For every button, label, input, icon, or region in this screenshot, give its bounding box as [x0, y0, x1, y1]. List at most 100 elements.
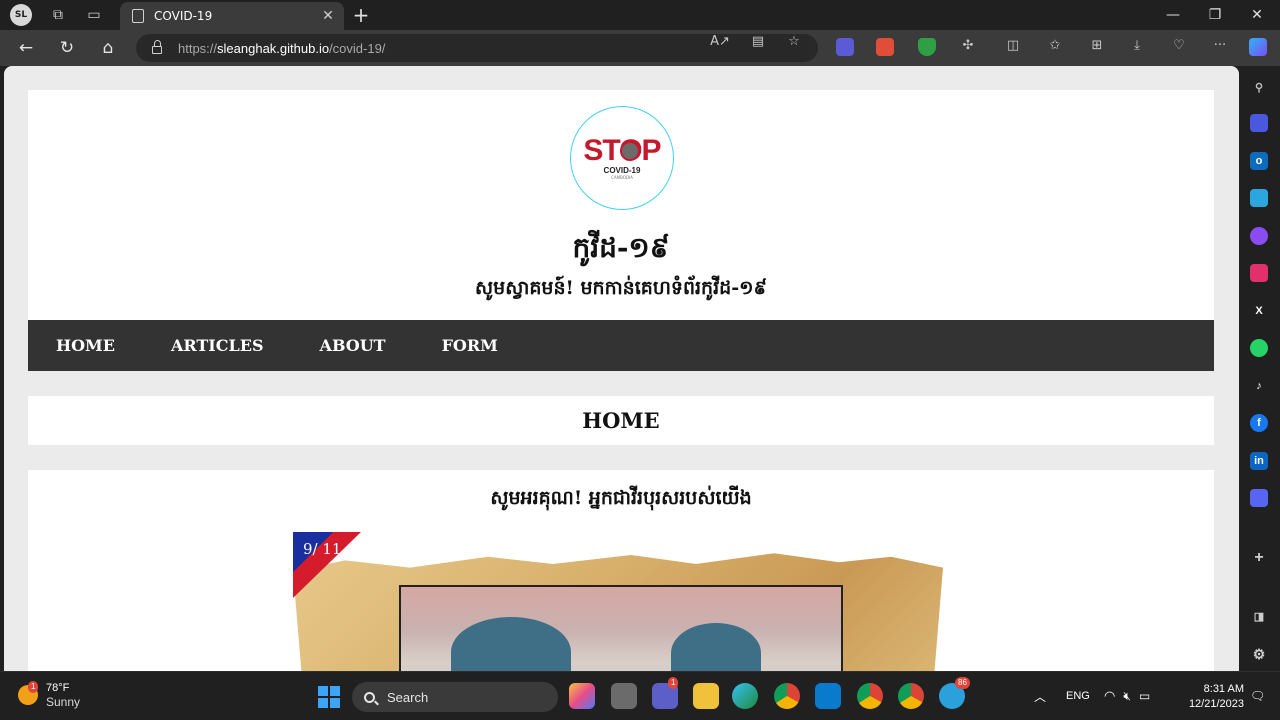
facebook-icon[interactable]: f — [1250, 414, 1268, 432]
hero-poster-image: 9/ 11 — [293, 532, 953, 671]
tab-title: COVID-19 — [154, 9, 213, 23]
logo-small-text: CAMBODIA — [611, 174, 633, 180]
search-sidebar-icon[interactable]: ⚲ — [1250, 78, 1268, 96]
menu-item-form[interactable]: FORM — [442, 336, 498, 355]
weather-condition: Sunny — [46, 695, 81, 709]
sun-icon: 1 — [18, 681, 39, 705]
discord-icon[interactable] — [1250, 489, 1268, 507]
browser-toolbar: ← ↻ ⌂ https://sleanghak.github.io/covid-… — [0, 30, 1280, 66]
menu-item-home[interactable]: HOME — [56, 336, 115, 355]
weather-widget[interactable]: 1 78°F Sunny — [18, 681, 80, 709]
logo-covid-text: COVID-19 — [603, 165, 641, 175]
browser-tab-active[interactable]: COVID-19 ✕ — [120, 2, 344, 30]
page-heading: HOME — [582, 408, 660, 433]
linkedin-icon[interactable]: in — [1250, 452, 1268, 470]
workspaces-icon[interactable]: ⧉ — [40, 0, 76, 30]
hide-sidebar-icon[interactable]: ◨ — [1250, 607, 1268, 625]
telegram-icon[interactable]: 86 — [939, 677, 970, 709]
copilot-taskbar-icon[interactable] — [569, 683, 595, 709]
instagram-icon[interactable] — [1250, 264, 1268, 282]
extension-todoist-icon[interactable] — [876, 38, 894, 56]
collections-icon[interactable]: ⊞ — [1085, 38, 1109, 53]
weather-temp: 78°F — [46, 682, 70, 694]
logo-stop-text: STOP — [583, 135, 661, 165]
clock-time: 8:31 AM — [1203, 683, 1244, 695]
file-explorer-icon[interactable] — [693, 683, 719, 709]
content-card: សូមអរគុណ! អ្នកជាវីរបុរសរបស់យើង 9/ 11 — [28, 470, 1214, 671]
system-clock[interactable]: 8:31 AM 12/21/2023 — [1180, 682, 1244, 712]
battery-icon[interactable]: ▭ — [1139, 689, 1150, 703]
page-viewport: STOP COVID-19 CAMBODIA កូវីដ-១៩ សូមស្វាគ… — [4, 66, 1239, 671]
outlook-icon[interactable]: o — [1250, 152, 1268, 170]
poster-painting — [399, 585, 843, 671]
drop-icon[interactable] — [1250, 189, 1268, 207]
clock-date: 12/21/2023 — [1188, 698, 1244, 710]
add-sidebar-app-icon[interactable]: + — [1250, 549, 1268, 567]
edge-sidebar: ⚲ o X ♪ f in + ◨ ⚙ — [1239, 66, 1280, 671]
volume-icon[interactable]: 🔇︎ — [1123, 689, 1131, 704]
split-screen-icon[interactable]: ◫ — [1001, 38, 1025, 53]
teams-badge: 1 — [668, 677, 679, 689]
favorites-icon[interactable]: ✩ — [1043, 38, 1067, 53]
site-header: STOP COVID-19 CAMBODIA កូវីដ-១៩ សូមស្វាគ… — [28, 90, 1214, 320]
windows-taskbar: 1 78°F Sunny Search 1 86 ︿ ENG ◠ 🔇︎ ▭ 8:… — [0, 671, 1280, 719]
painted-figure-right — [671, 623, 761, 671]
favorite-star-icon[interactable]: ☆ — [782, 34, 806, 49]
refresh-button[interactable]: ↻ — [52, 34, 82, 62]
site-logo[interactable]: STOP COVID-19 CAMBODIA — [570, 106, 674, 210]
extensions-icon[interactable]: ✣ — [956, 38, 980, 53]
edge-taskbar-icon[interactable] — [732, 683, 758, 709]
messenger-icon[interactable] — [1250, 227, 1268, 245]
extension-gear-icon[interactable] — [836, 38, 854, 56]
minimize-button[interactable]: — — [1150, 0, 1196, 30]
wifi-icon[interactable]: ◠ — [1104, 688, 1115, 704]
content-heading: សូមអរគុណ! អ្នកជាវីរបុរសរបស់យើង — [490, 487, 752, 509]
task-view-icon[interactable] — [611, 683, 637, 709]
start-button[interactable] — [318, 686, 340, 708]
search-icon — [364, 691, 375, 703]
whatsapp-icon[interactable] — [1250, 339, 1268, 357]
taskbar-search[interactable]: Search — [352, 682, 558, 712]
menu-item-articles[interactable]: ARTICLES — [171, 336, 264, 355]
main-menu: HOME ARTICLES ABOUT FORM — [28, 320, 1214, 371]
extension-shield-icon[interactable] — [918, 38, 936, 56]
back-button[interactable]: ← — [11, 34, 41, 62]
page-icon — [132, 9, 144, 23]
profile-avatar[interactable]: SL — [10, 4, 32, 26]
x-icon[interactable]: X — [1250, 302, 1268, 320]
home-button[interactable]: ⌂ — [93, 34, 123, 62]
vscode-icon[interactable] — [815, 683, 841, 709]
downloads-icon[interactable]: ⤓ — [1125, 38, 1149, 53]
show-hidden-icons[interactable]: ︿ — [1034, 688, 1046, 705]
search-label: Search — [387, 689, 429, 705]
more-options-icon[interactable]: ··· — [1208, 38, 1232, 53]
tiktok-icon[interactable]: ♪ — [1250, 377, 1268, 395]
painted-figure-left — [451, 617, 571, 671]
site-title: កូវីដ-១៩ — [572, 231, 670, 264]
teams-icon[interactable]: 1 — [652, 677, 679, 709]
chrome-icon[interactable] — [774, 683, 800, 709]
restore-button[interactable]: ❐ — [1192, 0, 1238, 30]
chrome-profile-icon[interactable] — [857, 683, 883, 709]
url-text: https://sleanghak.github.io/covid-19/ — [178, 40, 386, 56]
close-window-button[interactable]: ✕ — [1234, 0, 1280, 30]
notifications-icon[interactable]: 🗨︎ — [1250, 689, 1265, 703]
chrome-beta-icon[interactable] — [898, 683, 924, 709]
weather-badge: 1 — [28, 681, 39, 693]
lock-icon[interactable] — [152, 40, 162, 54]
language-indicator[interactable]: ENG — [1066, 690, 1090, 702]
read-aloud-icon[interactable]: A↗ — [708, 34, 732, 49]
copilot-icon[interactable] — [1249, 38, 1267, 56]
menu-item-about[interactable]: ABOUT — [320, 336, 386, 355]
new-tab-button[interactable]: + — [350, 3, 372, 27]
telegram-badge: 86 — [955, 677, 970, 689]
sidebar-settings-icon[interactable]: ⚙ — [1250, 645, 1268, 663]
tab-actions-icon[interactable]: ▭ — [76, 0, 112, 30]
page-heading-card: HOME — [28, 396, 1214, 445]
browser-essentials-icon[interactable]: ♡ — [1167, 38, 1191, 53]
close-tab-icon[interactable]: ✕ — [320, 8, 336, 24]
copilot-sidebar-icon[interactable] — [1250, 114, 1268, 132]
virus-icon — [620, 140, 641, 161]
immersive-reader-icon[interactable]: ▤ — [746, 34, 770, 49]
poster-badge: 9/ 11 — [303, 540, 342, 558]
